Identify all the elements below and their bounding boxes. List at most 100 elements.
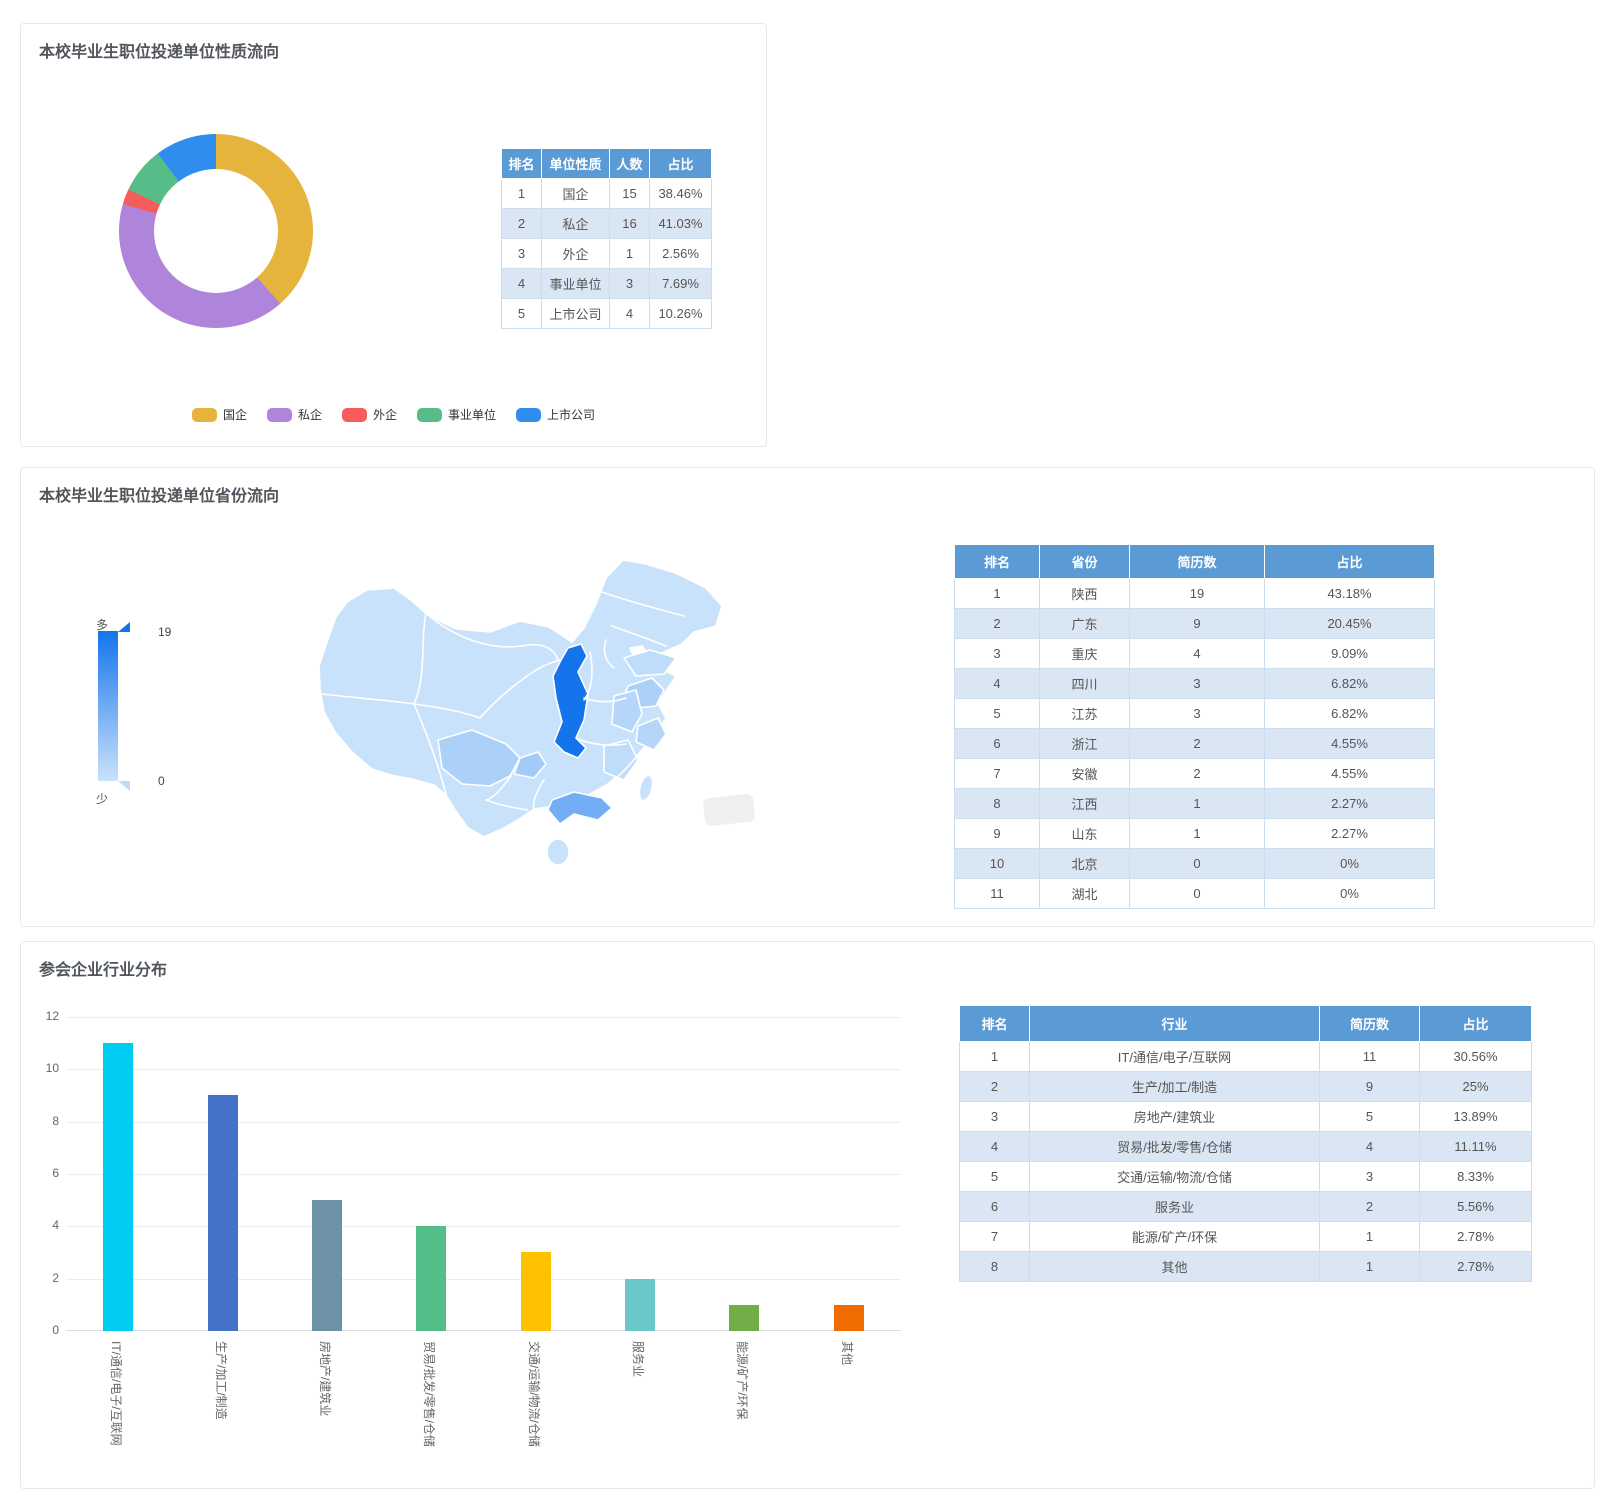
table-cell: 3 [1130, 699, 1265, 729]
table-cell: 事业单位 [542, 269, 610, 299]
table-row: 9山东12.27% [955, 819, 1435, 849]
x-axis-category-label: 服务业 [630, 1341, 647, 1377]
bar-3[interactable] [312, 1200, 342, 1331]
bar-1[interactable] [103, 1043, 133, 1331]
bar-8[interactable] [834, 1305, 864, 1331]
table-cell: 11.11% [1420, 1132, 1532, 1162]
x-axis-category-label: 贸易/批发/零售/仓储 [421, 1341, 438, 1447]
legend-item[interactable]: 事业单位 [417, 406, 496, 423]
table-cell: 4 [502, 269, 542, 299]
table-cell: 15 [610, 179, 650, 209]
legend-label: 事业单位 [448, 406, 496, 423]
visualmap-max-handle[interactable] [118, 622, 130, 632]
bar-2[interactable] [208, 1095, 238, 1331]
table-cell: 6 [960, 1192, 1030, 1222]
table-row: 5江苏36.82% [955, 699, 1435, 729]
table-cell: 江西 [1040, 789, 1130, 819]
table-cell: 5 [960, 1162, 1030, 1192]
unit-nature-donut-chart[interactable] [119, 134, 313, 328]
industry-panel: 参会企业行业分布 IT/通信/电子/互联网生产/加工/制造房地产/建筑业贸易/批… [20, 941, 1595, 1489]
table-cell: 四川 [1040, 669, 1130, 699]
table-cell: 1 [960, 1042, 1030, 1072]
table-cell: 5 [502, 299, 542, 329]
column-header: 占比 [1420, 1006, 1532, 1042]
column-header: 行业 [1030, 1006, 1320, 1042]
province-flow-panel: 本校毕业生职位投递单位省份流向 多 19 0 少 [20, 467, 1595, 927]
visualmap-min-handle[interactable] [118, 781, 130, 791]
table-cell: 41.03% [650, 209, 712, 239]
china-map-base[interactable] [319, 560, 722, 837]
table-cell: 1 [1130, 789, 1265, 819]
south-china-sea-inset [703, 793, 756, 826]
table-row: 4贸易/批发/零售/仓储411.11% [960, 1132, 1532, 1162]
legend-item[interactable]: 国企 [192, 406, 247, 423]
table-cell: 11 [1320, 1042, 1420, 1072]
y-axis-tick-label: 6 [23, 1166, 59, 1180]
taiwan-island[interactable] [637, 774, 655, 802]
table-cell: 外企 [542, 239, 610, 269]
table-cell: 19 [1130, 579, 1265, 609]
province-flow-title: 本校毕业生职位投递单位省份流向 [39, 482, 279, 506]
hainan-island[interactable] [547, 839, 569, 865]
table-cell: 9 [1320, 1072, 1420, 1102]
table-row: 5交通/运输/物流/仓储38.33% [960, 1162, 1532, 1192]
table-cell: 7 [955, 759, 1040, 789]
table-cell: 湖北 [1040, 879, 1130, 909]
column-header: 简历数 [1130, 545, 1265, 579]
x-axis-category-label: 能源/矿产/环保 [734, 1341, 751, 1420]
bar-7[interactable] [729, 1305, 759, 1331]
table-cell: 广东 [1040, 609, 1130, 639]
industry-bar-chart: IT/通信/电子/互联网生产/加工/制造房地产/建筑业贸易/批发/零售/仓储交通… [66, 1017, 901, 1331]
bar-6[interactable] [625, 1279, 655, 1331]
legend-swatch-icon [516, 408, 541, 422]
y-axis-tick-label: 2 [23, 1271, 59, 1285]
table-cell: 4 [960, 1132, 1030, 1162]
table-row: 1陕西1943.18% [955, 579, 1435, 609]
column-header: 排名 [502, 149, 542, 179]
unit-nature-legend: 国企 私企 外企 事业单位 上市公司 [21, 406, 766, 423]
table-cell: 6.82% [1265, 699, 1435, 729]
table-cell: 其他 [1030, 1252, 1320, 1282]
table-cell: 9 [955, 819, 1040, 849]
table-cell: 重庆 [1040, 639, 1130, 669]
legend-item[interactable]: 私企 [267, 406, 322, 423]
table-cell: 4 [610, 299, 650, 329]
table-cell: 2.27% [1265, 819, 1435, 849]
table-cell: 9.09% [1265, 639, 1435, 669]
table-cell: 安徽 [1040, 759, 1130, 789]
column-header: 简历数 [1320, 1006, 1420, 1042]
bar-4[interactable] [416, 1226, 446, 1331]
table-cell: 6 [955, 729, 1040, 759]
column-header: 单位性质 [542, 149, 610, 179]
table-cell: 20.45% [1265, 609, 1435, 639]
industry-table: 排名行业简历数占比1IT/通信/电子/互联网1130.56%2生产/加工/制造9… [959, 1005, 1532, 1282]
visualmap-max-value: 19 [158, 625, 171, 639]
x-axis-category-label: 其他 [839, 1341, 856, 1365]
unit-nature-title: 本校毕业生职位投递单位性质流向 [39, 38, 279, 62]
x-axis-line [66, 1330, 901, 1331]
table-cell: 4 [955, 669, 1040, 699]
table-cell: 8.33% [1420, 1162, 1532, 1192]
table-cell: 30.56% [1420, 1042, 1532, 1072]
legend-item[interactable]: 外企 [342, 406, 397, 423]
table-cell: 2.78% [1420, 1222, 1532, 1252]
china-map[interactable] [306, 548, 756, 878]
table-cell: 0 [1130, 879, 1265, 909]
province-table: 排名省份简历数占比1陕西1943.18%2广东920.45%3重庆49.09%4… [954, 544, 1435, 909]
visualmap-gradient-bar[interactable] [98, 631, 118, 781]
table-row: 1IT/通信/电子/互联网1130.56% [960, 1042, 1532, 1072]
legend-item[interactable]: 上市公司 [516, 406, 595, 423]
table-cell: 国企 [542, 179, 610, 209]
column-header: 占比 [650, 149, 712, 179]
table-row: 7能源/矿产/环保12.78% [960, 1222, 1532, 1252]
table-cell: 1 [1130, 819, 1265, 849]
column-header: 省份 [1040, 545, 1130, 579]
table-cell: 9 [1130, 609, 1265, 639]
table-row: 4事业单位37.69% [502, 269, 712, 299]
table-cell: 生产/加工/制造 [1030, 1072, 1320, 1102]
bar-5[interactable] [521, 1252, 551, 1331]
table-cell: 2 [955, 609, 1040, 639]
table-cell: 7 [960, 1222, 1030, 1252]
table-cell: 江苏 [1040, 699, 1130, 729]
table-row: 1国企1538.46% [502, 179, 712, 209]
